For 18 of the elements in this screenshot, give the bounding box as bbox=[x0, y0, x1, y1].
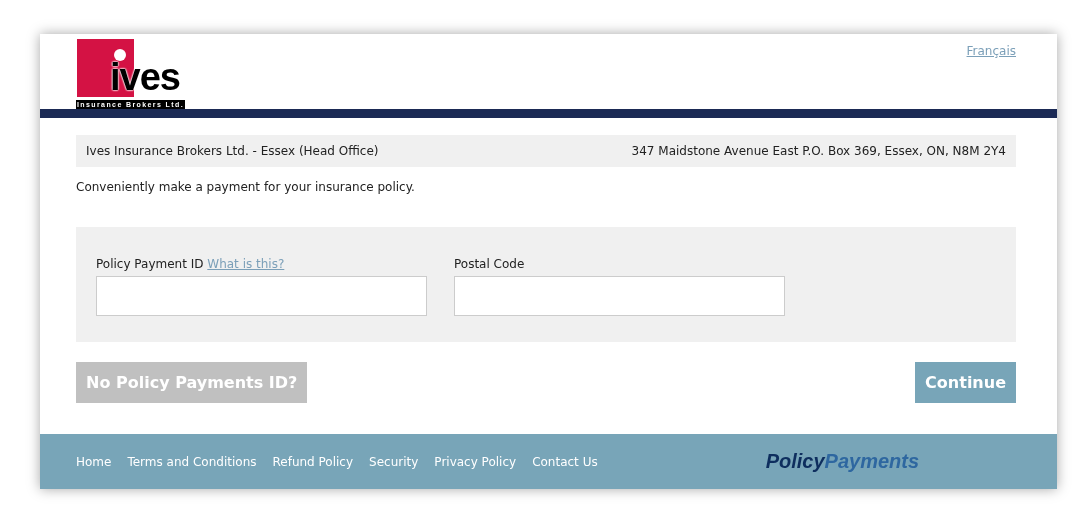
footer-link[interactable]: Security bbox=[369, 454, 419, 469]
input-field[interactable] bbox=[454, 276, 785, 316]
office-address: 347 Maidstone Avenue East P.O. Box 369, Essex, ON, N8M 2Y4 bbox=[631, 144, 1006, 158]
footer-link[interactable]: Terms and Conditions bbox=[127, 454, 257, 469]
help-link[interactable]: What is this? bbox=[207, 257, 285, 271]
input-field[interactable] bbox=[96, 276, 427, 316]
no-id-button[interactable]: No Policy Payments ID? bbox=[76, 362, 308, 403]
field-label: Policy Payment ID What is this? bbox=[96, 257, 286, 271]
language-link[interactable]: Français bbox=[966, 44, 1016, 58]
footer-link[interactable]: Privacy Policy bbox=[434, 454, 517, 469]
footer-link[interactable]: Contact Us bbox=[532, 454, 598, 469]
footer-link[interactable]: Home bbox=[76, 454, 112, 469]
footer-link[interactable]: Refund Policy bbox=[272, 454, 354, 469]
intro-text: Conveniently make a payment for your insurance policy. bbox=[76, 180, 416, 194]
field-label: Postal Code bbox=[454, 257, 526, 271]
brand-logo: PolicyPayments bbox=[765, 450, 920, 473]
continue-button[interactable]: Continue bbox=[915, 362, 1016, 403]
office-name: Ives Insurance Brokers Ltd. - Essex (Head Office) bbox=[86, 144, 379, 158]
